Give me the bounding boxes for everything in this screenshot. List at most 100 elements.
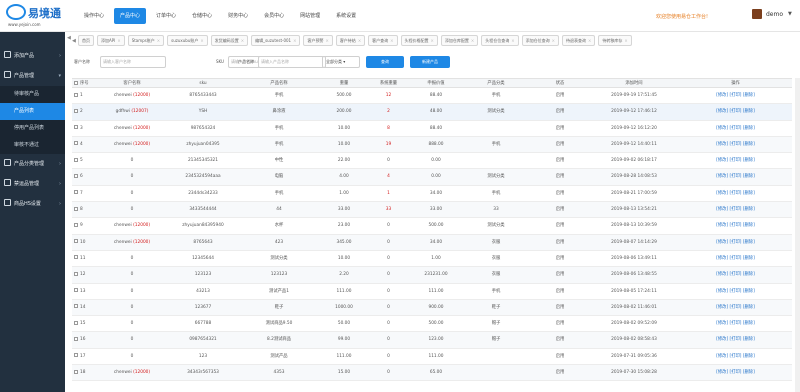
row-checkbox[interactable] bbox=[74, 288, 78, 293]
row-checkbox[interactable] bbox=[74, 369, 78, 374]
table-row[interactable]: 17 0 123 测试产品 111.00 0 111.00 启用 2019-07-31 09:0… bbox=[72, 349, 792, 366]
close-icon[interactable]: × bbox=[325, 38, 328, 43]
close-icon[interactable]: × bbox=[293, 38, 296, 43]
sidebar-group-4[interactable]: 商品HS设置 › bbox=[0, 194, 65, 214]
nav-item-3[interactable]: 仓储中心 bbox=[186, 8, 218, 24]
chevron-down-icon[interactable]: ▼ bbox=[788, 11, 792, 17]
row-actions-link[interactable]: [修改] [打印] [删除] bbox=[716, 109, 755, 114]
customer-input[interactable]: 请输入客户名称 bbox=[100, 56, 166, 68]
row-checkbox[interactable] bbox=[74, 222, 78, 227]
row-actions-link[interactable]: [修改] [打印] [删除] bbox=[716, 256, 755, 261]
tab-5[interactable]: 编辑_suzutest-001 × bbox=[251, 35, 301, 46]
close-icon[interactable]: × bbox=[390, 38, 393, 43]
sidebar-item-1-3[interactable]: 审核不通过 bbox=[0, 137, 65, 154]
table-row[interactable]: 11 0 12345644 测试分类 10.00 0 1.00 衣服 启用 2019-08-06 … bbox=[72, 251, 792, 268]
row-checkbox[interactable] bbox=[74, 190, 78, 195]
row-actions-link[interactable]: [修改] [打印] [删除] bbox=[716, 207, 755, 212]
row-actions-link[interactable]: [修改] [打印] [删除] bbox=[716, 370, 755, 375]
row-checkbox[interactable] bbox=[74, 173, 78, 178]
row-actions-link[interactable]: [修改] [打印] [删除] bbox=[716, 337, 755, 342]
row-checkbox[interactable] bbox=[74, 125, 78, 130]
sidebar-group-1[interactable]: 产品管理 ▾ bbox=[0, 66, 65, 86]
new-product-button[interactable]: 新建产品 bbox=[410, 56, 450, 68]
tab-1[interactable]: 添加API × bbox=[97, 35, 125, 46]
row-actions-link[interactable]: [修改] [打印] [删除] bbox=[716, 354, 755, 359]
row-actions-link[interactable]: [修改] [打印] [删除] bbox=[716, 174, 755, 179]
category-select[interactable]: 全部分类 ▾ bbox=[322, 56, 360, 68]
row-actions-link[interactable]: [修改] [打印] [删除] bbox=[716, 272, 755, 277]
row-actions-link[interactable]: [修改] [打印] [删除] bbox=[716, 305, 755, 310]
tab-11[interactable]: 头程仓位查询 × bbox=[481, 35, 519, 46]
tab-0[interactable]: 首页 bbox=[78, 35, 94, 46]
row-checkbox[interactable] bbox=[74, 141, 78, 146]
row-checkbox[interactable] bbox=[74, 92, 78, 97]
row-checkbox[interactable] bbox=[74, 206, 78, 211]
row-actions-link[interactable]: [修改] [打印] [删除] bbox=[716, 223, 755, 228]
welcome-text[interactable]: 欢迎您使用易仓工作台! bbox=[656, 13, 708, 20]
sidebar-group-3[interactable]: 禁运品管理 › bbox=[0, 174, 65, 194]
table-row[interactable]: 9 chenwei (12000) zhyujuan84395940 水杯 23.00 0… bbox=[72, 218, 792, 235]
logo[interactable]: 易境通 www.yejoin.com bbox=[6, 4, 70, 28]
close-icon[interactable]: × bbox=[624, 38, 627, 43]
sidebar-group-0[interactable]: 添加产品 › bbox=[0, 46, 65, 66]
tab-6[interactable]: 客户预警 × bbox=[303, 35, 333, 46]
tab-7[interactable]: 客户待结 × bbox=[335, 35, 366, 46]
row-checkbox[interactable] bbox=[74, 320, 78, 325]
column-header-0[interactable]: 序号 bbox=[72, 79, 94, 87]
table-row[interactable]: 16 0 0987654321 8.2测试商品 99.00 0 123.00 帽子 启用 2019… bbox=[72, 332, 792, 349]
table-row[interactable]: 3 chenwei (12000) 987654324 手机 10.00 8 88.40 启用… bbox=[72, 121, 792, 137]
select-all-checkbox[interactable] bbox=[74, 80, 78, 85]
sidebar-item-1-1[interactable]: 产品列表 bbox=[0, 103, 65, 120]
user-name[interactable]: demo bbox=[766, 11, 783, 18]
row-actions-link[interactable]: [修改] [打印] [删除] bbox=[716, 289, 755, 294]
row-checkbox[interactable] bbox=[74, 271, 78, 276]
close-icon[interactable]: × bbox=[157, 38, 160, 43]
close-icon[interactable]: × bbox=[200, 38, 203, 43]
table-row[interactable]: 7 0 2344ds34233 手机 1.00 1 34.00 手机 启用 2019-08-21 … bbox=[72, 186, 792, 203]
tab-10[interactable]: 添加仓库配置 × bbox=[440, 35, 479, 46]
nav-item-7[interactable]: 系统设置 bbox=[330, 8, 362, 24]
vertical-scrollbar[interactable] bbox=[795, 78, 800, 392]
table-row[interactable]: 6 0 2345324594aaa 电脑 4.00 4 0.00 测试分类 启用 2019-08-… bbox=[72, 169, 792, 186]
table-row[interactable]: 14 0 123677 鞋子 1000.00 0 900.00 鞋子 启用 2019-08-02 … bbox=[72, 299, 792, 317]
row-actions-link[interactable]: [修改] [打印] [删除] bbox=[716, 142, 755, 147]
row-actions-link[interactable]: [修改] [打印] [删除] bbox=[716, 240, 755, 245]
row-actions-link[interactable]: [修改] [打印] [删除] bbox=[716, 126, 755, 131]
row-checkbox[interactable] bbox=[74, 157, 78, 162]
nav-item-0[interactable]: 操作中心 bbox=[78, 8, 110, 24]
close-icon[interactable]: × bbox=[117, 38, 120, 43]
table-row[interactable]: 18 chenwei (12000) 34343r567353 4353 15.00 0 6… bbox=[72, 365, 792, 382]
close-icon[interactable]: × bbox=[552, 38, 555, 43]
sidebar-group-2[interactable]: 产品分类管理 › bbox=[0, 154, 65, 174]
nav-item-4[interactable]: 财务中心 bbox=[222, 8, 254, 24]
row-checkbox[interactable] bbox=[74, 353, 78, 358]
close-icon[interactable]: × bbox=[471, 38, 474, 43]
nav-item-6[interactable]: 网站管理 bbox=[294, 8, 326, 24]
table-row[interactable]: 1 chenwei (12000) 8765433443 手机 500.00 12 88.4… bbox=[72, 88, 792, 105]
table-row[interactable]: 12 0 123123 123123 2.20 0 231231.00 衣服 启用 2019-08… bbox=[72, 267, 792, 284]
sidebar-item-1-0[interactable]: 待审核产品 bbox=[0, 86, 65, 103]
table-row[interactable]: 15 0 667788 测试商品9.50 50.00 0 500.00 帽子 启用 2019-08… bbox=[72, 316, 792, 333]
product-input[interactable]: 请输入产品名称 bbox=[258, 56, 326, 68]
row-actions-link[interactable]: [修改] [打印] [删除] bbox=[716, 191, 755, 196]
row-checkbox[interactable] bbox=[74, 304, 78, 309]
nav-item-1[interactable]: 产品中心 bbox=[114, 8, 147, 24]
nav-item-2[interactable]: 订单中心 bbox=[150, 8, 182, 24]
close-icon[interactable]: × bbox=[588, 38, 591, 43]
tab-4[interactable]: 发货编码设置 × bbox=[210, 35, 249, 46]
tab-13[interactable]: 待退表查询 × bbox=[561, 35, 596, 46]
row-actions-link[interactable]: [修改] [打印] [删除] bbox=[716, 158, 755, 163]
row-actions-link[interactable]: [修改] [打印] [删除] bbox=[716, 321, 755, 326]
row-actions-link[interactable]: [修改] [打印] [删除] bbox=[716, 93, 755, 98]
close-icon[interactable]: × bbox=[431, 38, 434, 43]
close-icon[interactable]: × bbox=[241, 38, 244, 43]
table-row[interactable]: 5 0 21345345321 中性 22.00 0 0.00 启用 2019-09-02 06… bbox=[72, 153, 792, 170]
row-checkbox[interactable] bbox=[74, 108, 78, 113]
row-checkbox[interactable] bbox=[74, 255, 78, 260]
close-icon[interactable]: × bbox=[358, 38, 361, 43]
nav-item-5[interactable]: 会员中心 bbox=[258, 8, 290, 24]
table-row[interactable]: 8 0 3433544444 44 33.00 33 33.00 33 启用 2019-08-13… bbox=[72, 202, 792, 219]
table-row[interactable]: 13 0 43213 测试产品1 111.00 0 111.00 手机 启用 2019-08-05… bbox=[72, 284, 792, 300]
tab-8[interactable]: 客户查询 × bbox=[368, 35, 398, 46]
tab-12[interactable]: 添加仓位查询 × bbox=[521, 35, 559, 46]
